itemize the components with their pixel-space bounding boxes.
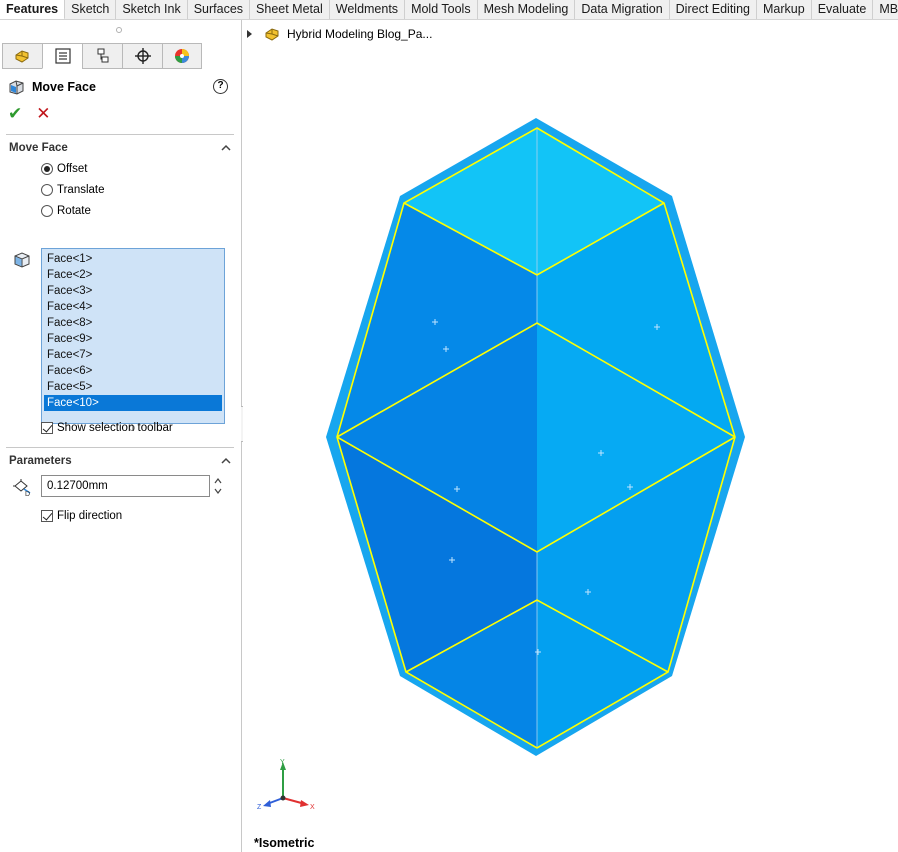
radio-translate-label: Translate xyxy=(57,184,105,196)
list-item[interactable]: Face<7> xyxy=(44,347,222,363)
chevron-up-icon[interactable] xyxy=(220,455,232,467)
tab-feature-manager[interactable] xyxy=(2,43,42,69)
triad-z-label: Z xyxy=(257,804,262,811)
feature-manager-icon xyxy=(15,50,28,63)
page-title: Move Face xyxy=(32,80,96,94)
configuration-manager-icon xyxy=(97,48,108,63)
triad-x-label: X xyxy=(310,804,315,811)
help-icon[interactable]: ? xyxy=(213,79,228,94)
show-selection-toolbar-box[interactable] xyxy=(41,422,53,434)
faces-to-move-icon xyxy=(14,252,30,268)
faces-selection-list[interactable]: Face<1> Face<2> Face<3> Face<4> Face<8> … xyxy=(41,248,225,424)
part-name: Hybrid Modeling Blog_Pa... xyxy=(287,27,433,41)
radio-offset[interactable]: Offset xyxy=(41,163,87,175)
radio-offset-button[interactable] xyxy=(41,163,53,175)
radio-translate-button[interactable] xyxy=(41,184,53,196)
tab-weldments[interactable]: Weldments xyxy=(330,0,406,19)
section-title-move-face[interactable]: Move Face xyxy=(9,142,68,154)
move-face-icon xyxy=(9,80,24,95)
cancel-button[interactable]: ✕ xyxy=(36,104,50,124)
divider xyxy=(6,447,234,448)
dimxpert-manager-icon xyxy=(134,48,151,64)
tab-mesh-modeling[interactable]: Mesh Modeling xyxy=(478,0,576,19)
tab-mb[interactable]: MB xyxy=(873,0,898,19)
chevron-up-icon[interactable] xyxy=(220,142,232,154)
show-selection-toolbar-checkbox[interactable]: Show selection toolbar xyxy=(41,422,173,434)
radio-offset-label: Offset xyxy=(57,163,88,175)
tab-sheet-metal[interactable]: Sheet Metal xyxy=(250,0,330,19)
tab-surfaces[interactable]: Surfaces xyxy=(188,0,251,19)
command-manager-tabs: Features Sketch Sketch Ink Surfaces Sheet Me… xyxy=(0,0,898,20)
radio-rotate[interactable]: Rotate xyxy=(41,205,91,217)
tab-markup[interactable]: Markup xyxy=(757,0,812,19)
section-title-parameters[interactable]: Parameters xyxy=(9,455,72,467)
distance-input[interactable]: 0.12700mm xyxy=(41,475,210,497)
tab-features[interactable]: Features xyxy=(0,0,66,19)
reference-triad: Y X Z xyxy=(257,759,315,811)
distance-spinner[interactable] xyxy=(212,475,224,497)
tab-dimxpert-manager[interactable] xyxy=(122,43,162,69)
tab-evaluate[interactable]: Evaluate xyxy=(812,0,874,19)
flip-direction-checkbox[interactable]: Flip direction xyxy=(41,510,122,522)
list-item[interactable]: Face<9> xyxy=(44,331,222,347)
list-item[interactable]: Face<3> xyxy=(44,283,222,299)
tab-direct-editing[interactable]: Direct Editing xyxy=(670,0,757,19)
tab-display-manager[interactable] xyxy=(162,43,202,69)
graphics-area[interactable]: Hybrid Modeling Blog_Pa... Y X Z *Isomet… xyxy=(243,20,898,852)
list-item[interactable]: Face<6> xyxy=(44,363,222,379)
tab-sketch-ink[interactable]: Sketch Ink xyxy=(116,0,188,19)
flip-direction-box[interactable] xyxy=(41,510,53,522)
expand-arrow-icon[interactable] xyxy=(247,30,252,38)
list-item[interactable]: Face<5> xyxy=(44,379,222,395)
ok-button[interactable]: ✔ xyxy=(8,104,22,124)
radio-rotate-button[interactable] xyxy=(41,205,53,217)
divider xyxy=(6,134,234,135)
tab-property-manager[interactable] xyxy=(42,43,82,69)
radio-translate[interactable]: Translate xyxy=(41,184,105,196)
list-item[interactable]: Face<4> xyxy=(44,299,222,315)
manager-tabs xyxy=(2,43,202,69)
list-item-selected[interactable]: Face<10> xyxy=(44,395,222,411)
display-manager-icon xyxy=(175,49,189,63)
part-icon xyxy=(265,28,279,41)
list-item[interactable]: Face<1> xyxy=(44,251,222,267)
part-model[interactable] xyxy=(243,20,898,852)
view-orientation-label: *Isometric xyxy=(254,836,315,850)
show-selection-toolbar-label: Show selection toolbar xyxy=(57,422,173,434)
svg-text:D: D xyxy=(25,491,30,497)
tab-data-migration[interactable]: Data Migration xyxy=(575,0,670,19)
list-item[interactable]: Face<2> xyxy=(44,267,222,283)
flip-direction-label: Flip direction xyxy=(57,510,123,522)
list-item[interactable]: Face<8> xyxy=(44,315,222,331)
triad-y-label: Y xyxy=(280,759,285,766)
tab-configuration-manager[interactable] xyxy=(82,43,122,69)
radio-rotate-label: Rotate xyxy=(57,205,91,217)
property-manager-panel: Move Face ? ✔ ✕ Move Face Offset Transla… xyxy=(0,20,242,852)
distance-icon: D xyxy=(13,479,31,497)
feature-tree-root[interactable]: Hybrid Modeling Blog_Pa... xyxy=(247,26,432,42)
property-manager-icon xyxy=(54,48,71,64)
tab-mold-tools[interactable]: Mold Tools xyxy=(405,0,478,19)
panel-grip-icon[interactable] xyxy=(116,27,122,33)
property-manager-header: Move Face ? xyxy=(8,76,234,98)
ok-cancel-bar: ✔ ✕ xyxy=(8,104,51,124)
tab-sketch[interactable]: Sketch xyxy=(65,0,117,19)
